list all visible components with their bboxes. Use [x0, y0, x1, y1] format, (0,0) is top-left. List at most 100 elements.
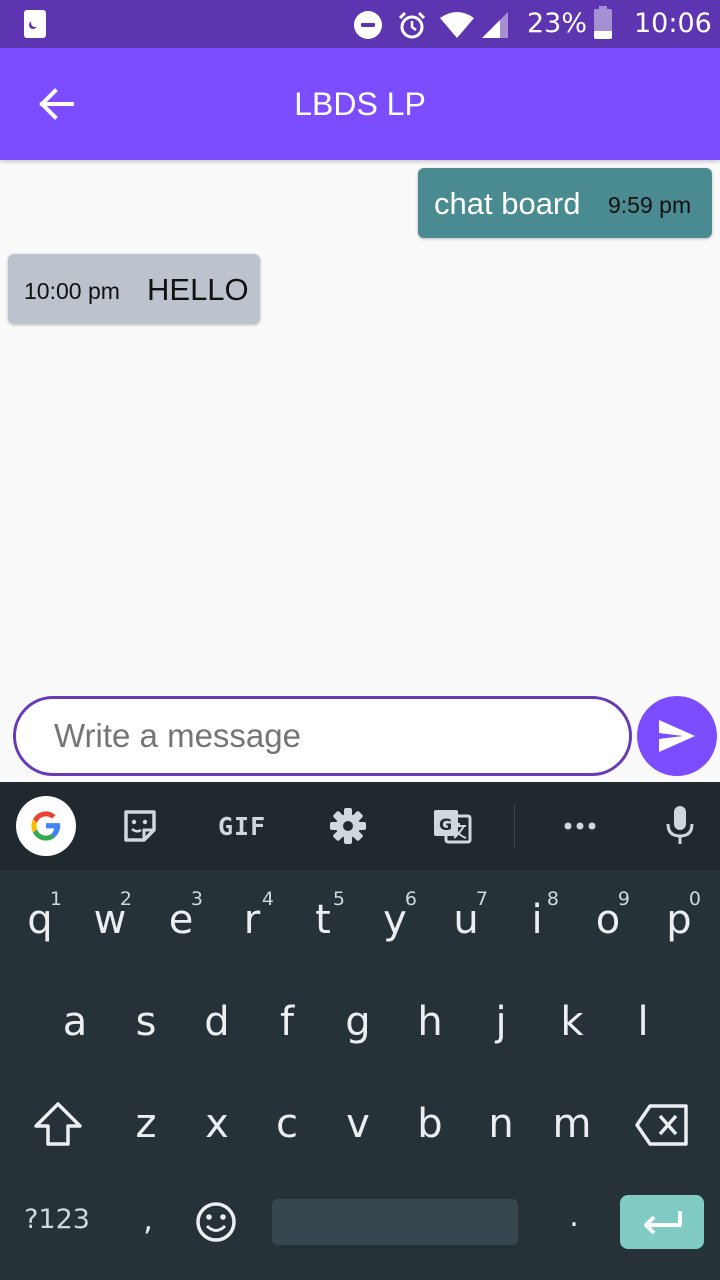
app-bar: LBDS LP [0, 48, 720, 160]
mic-icon[interactable] [658, 804, 702, 848]
send-button[interactable] [637, 696, 717, 776]
key-number-hint: 0 [688, 888, 701, 910]
key-letter: d [204, 999, 230, 1045]
enter-icon [644, 1211, 682, 1235]
sticker-icon[interactable] [118, 804, 162, 848]
key-p[interactable]: p0 [657, 888, 701, 943]
comma-key-label: , [143, 1203, 153, 1238]
more-icon[interactable] [558, 804, 602, 848]
alarm-icon [398, 11, 426, 39]
cell-signal-icon [482, 12, 508, 38]
key-letter: i [531, 897, 543, 943]
shift-key-icon[interactable] [32, 1100, 84, 1150]
key-letter: a [62, 999, 88, 1045]
message-time: 9:59 pm [608, 192, 692, 218]
key-letter: t [315, 897, 331, 943]
enter-key[interactable] [620, 1195, 704, 1249]
key-number-hint: 7 [475, 888, 488, 910]
key-letter: v [346, 1101, 370, 1147]
key-number-hint: 5 [332, 888, 345, 910]
key-letter: q [27, 897, 53, 943]
key-letter: u [453, 897, 479, 943]
keyboard-toolbar: GIF G [0, 782, 720, 870]
key-number-hint: 9 [617, 888, 630, 910]
key-t[interactable]: t5 [301, 888, 345, 943]
key-m[interactable]: m [550, 1104, 594, 1144]
key-letter: r [243, 897, 261, 943]
key-i[interactable]: i8 [515, 888, 559, 943]
key-o[interactable]: o9 [586, 888, 630, 943]
key-l[interactable]: l [621, 1002, 665, 1042]
key-letter: o [595, 897, 621, 943]
wifi-icon [440, 12, 474, 38]
on-screen-keyboard: GIF G ?123 , . q 1 w 2 e 3 r 4 t 5 y 6 u… [0, 782, 720, 1280]
key-number-hint: 1 [49, 888, 62, 910]
key-letter: p [666, 897, 692, 943]
key-u[interactable]: u7 [444, 888, 488, 943]
key-v[interactable]: v [336, 1104, 380, 1144]
send-icon [659, 720, 695, 752]
message-time: 10:00 pm [24, 278, 120, 304]
outgoing-message-bubble[interactable]: chat board 9:59 pm [418, 168, 712, 238]
key-letter: j [495, 999, 507, 1045]
gear-icon[interactable] [326, 804, 370, 848]
key-d[interactable]: d [195, 1002, 239, 1042]
key-letter: k [560, 999, 584, 1045]
key-w[interactable]: w2 [88, 888, 132, 940]
key-letter: z [135, 1101, 157, 1147]
key-n[interactable]: n [479, 1104, 523, 1144]
key-letter: e [168, 897, 194, 943]
symbols-key[interactable]: ?123 [20, 1206, 94, 1233]
key-number-hint: 4 [261, 888, 274, 910]
space-bar[interactable] [272, 1199, 518, 1245]
backspace-key-icon[interactable] [634, 1102, 690, 1148]
key-letter: b [417, 1101, 443, 1147]
battery-percent: 23% [527, 8, 588, 39]
svg-text:G: G [439, 815, 452, 834]
key-z[interactable]: z [124, 1104, 168, 1144]
app-notification-icon [24, 10, 46, 38]
key-letter: m [552, 1101, 592, 1147]
comma-key[interactable]: , [136, 1206, 160, 1236]
key-letter: c [276, 1101, 298, 1147]
key-x[interactable]: x [195, 1104, 239, 1144]
message-text: HELLO [147, 272, 249, 307]
key-r[interactable]: r4 [230, 888, 274, 943]
key-h[interactable]: h [408, 1002, 452, 1042]
key-number-hint: 8 [546, 888, 559, 910]
key-k[interactable]: k [550, 1002, 594, 1042]
message-input[interactable] [13, 696, 632, 776]
key-letter: l [637, 999, 649, 1045]
key-number-hint: 3 [190, 888, 203, 910]
symbols-key-label: ?123 [24, 1204, 90, 1235]
toolbar-divider [514, 804, 515, 848]
translate-icon[interactable]: G [430, 804, 474, 848]
key-e[interactable]: e3 [159, 888, 203, 943]
message-text: chat board [434, 186, 581, 221]
key-a[interactable]: a [53, 1002, 97, 1042]
key-f[interactable]: f [265, 1002, 309, 1042]
emoji-key-icon[interactable] [194, 1200, 238, 1244]
key-letter: h [417, 999, 443, 1045]
key-y[interactable]: y6 [373, 888, 417, 943]
key-c[interactable]: c [265, 1104, 309, 1144]
key-g[interactable]: g [336, 1002, 380, 1042]
key-letter: n [488, 1101, 514, 1147]
key-number-hint: 6 [404, 888, 417, 910]
period-key-label: . [569, 1199, 579, 1234]
gif-button[interactable]: GIF [218, 812, 266, 841]
key-s[interactable]: s [124, 1002, 168, 1042]
key-letter: f [279, 999, 295, 1045]
incoming-message-bubble[interactable]: 10:00 pm HELLO [8, 254, 260, 324]
key-letter: s [135, 999, 157, 1045]
page-title: LBDS LP [294, 86, 426, 122]
key-j[interactable]: j [479, 1002, 523, 1042]
period-key[interactable]: . [562, 1202, 586, 1232]
key-b[interactable]: b [408, 1104, 452, 1144]
key-q[interactable]: q1 [18, 888, 62, 943]
google-icon[interactable] [16, 796, 76, 856]
key-letter: y [383, 897, 407, 943]
status-bar: 23% 10:06 [0, 0, 720, 48]
key-number-hint: 2 [119, 888, 132, 910]
key-letter: g [345, 999, 371, 1045]
